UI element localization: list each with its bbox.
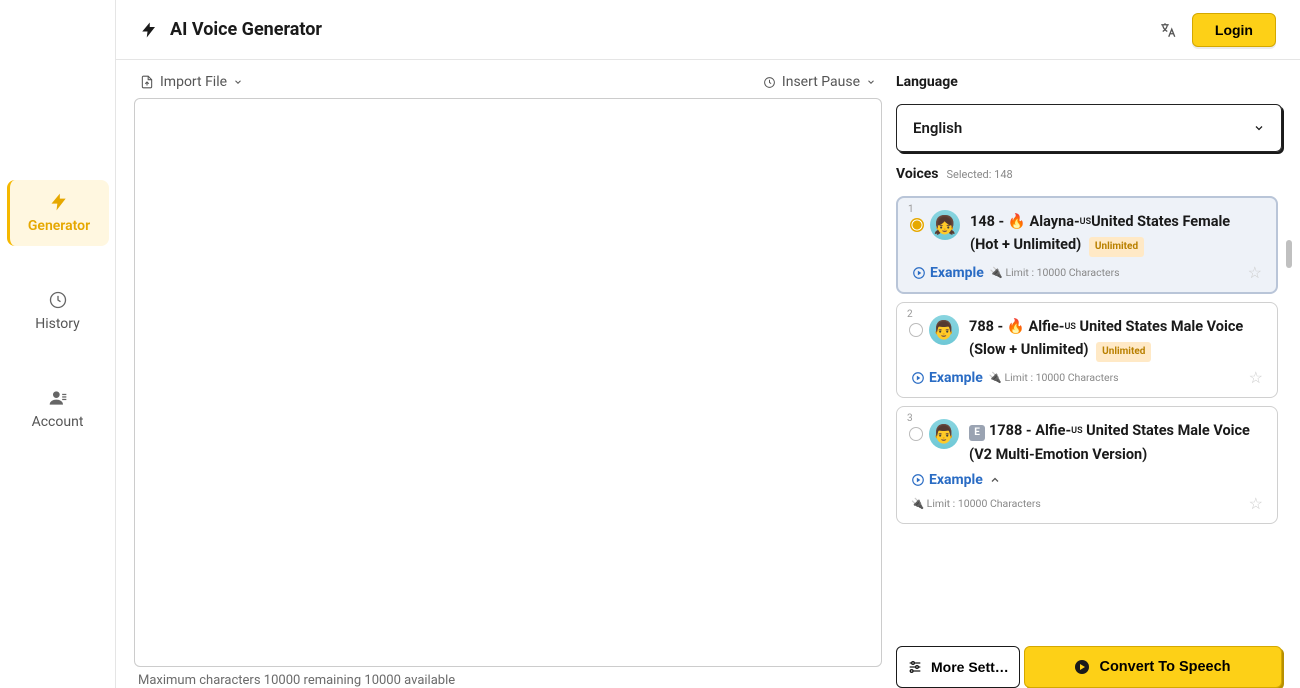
clock-icon (763, 76, 776, 89)
import-file-button[interactable]: Import File (140, 74, 243, 90)
favorite-star-icon[interactable]: ☆ (1249, 494, 1263, 513)
sidebar-item-generator[interactable]: Generator (7, 180, 109, 246)
voices-header: Voices Selected: 148 (896, 166, 1282, 182)
language-select[interactable]: English (896, 104, 1282, 152)
language-value: English (913, 119, 962, 137)
language-label: Language (896, 74, 1282, 90)
voice-name: 148 - 🔥 Alayna-USUnited States Female (H… (970, 210, 1262, 257)
translate-icon[interactable] (1156, 18, 1180, 42)
voice-list: 1 👧 148 - 🔥 Alayna-USUnited States Female … (896, 196, 1282, 632)
chevron-down-icon (233, 77, 243, 87)
page-title: AI Voice Generator (170, 19, 322, 40)
radio-indicator (910, 218, 924, 232)
sliders-icon (907, 659, 923, 675)
example-row: Example 🔌 Limit : 10000 Characters ☆ (911, 368, 1263, 387)
example-row: Example 🔌 Limit : 10000 Characters ☆ (912, 263, 1262, 282)
sidebar-item-label: Account (32, 414, 84, 430)
voice-index: 3 (907, 413, 913, 424)
file-upload-icon (140, 75, 154, 89)
avatar: 👨 (929, 419, 959, 449)
limit-text: 🔌 Limit : 10000 Characters (989, 371, 1119, 384)
sidebar: Generator History Account (0, 0, 116, 688)
more-settings-label: More Sett… (931, 659, 1009, 675)
lightning-icon (140, 19, 158, 41)
convert-button[interactable]: Convert To Speech (1024, 646, 1282, 688)
favorite-star-icon[interactable]: ☆ (1249, 368, 1263, 387)
convert-label: Convert To Speech (1099, 659, 1230, 675)
example-button[interactable]: Example (911, 370, 983, 386)
scrollbar-thumb[interactable] (1286, 240, 1292, 268)
country-tag: US (1065, 322, 1076, 332)
sidebar-item-label: Generator (28, 218, 90, 234)
bottom-actions: More Sett… Convert To Speech (896, 646, 1282, 688)
voice-title-row: 👧 148 - 🔥 Alayna-USUnited States Female (… (912, 210, 1262, 257)
voice-card[interactable]: 1 👧 148 - 🔥 Alayna-USUnited States Female … (896, 196, 1278, 294)
favorite-star-icon[interactable]: ☆ (1248, 263, 1262, 282)
sidebar-item-history[interactable]: History (7, 278, 109, 344)
sidebar-item-account[interactable]: Account (7, 376, 109, 442)
login-button[interactable]: Login (1192, 13, 1276, 47)
voice-name: 788 - 🔥 Alfie-US United States Male Voic… (969, 315, 1263, 362)
voices-label: Voices (896, 166, 939, 182)
voice-title-row: 👨 788 - 🔥 Alfie-US United States Male Voi… (911, 315, 1263, 362)
clock-icon (48, 290, 68, 310)
avatar: 👧 (930, 210, 960, 240)
more-settings-button[interactable]: More Sett… (896, 646, 1020, 688)
insert-pause-label: Insert Pause (782, 74, 860, 90)
voices-selected-count: Selected: 148 (947, 168, 1013, 181)
person-icon (48, 388, 68, 408)
character-counter: Maximum characters 10000 remaining 10000… (134, 667, 882, 688)
avatar: 👨 (929, 315, 959, 345)
example-button[interactable]: Example (912, 265, 984, 281)
chevron-down-icon (1253, 122, 1265, 134)
limit-text: 🔌 Limit : 10000 Characters (990, 266, 1120, 279)
editor-toolbar: Import File Insert Pause (134, 74, 882, 98)
unlimited-badge: Unlimited (1089, 237, 1144, 257)
emotion-badge: E (969, 425, 985, 441)
import-file-label: Import File (160, 74, 227, 90)
country-tag: US (1071, 426, 1082, 436)
unlimited-badge: Unlimited (1096, 342, 1151, 362)
example-row: Example (911, 472, 1263, 488)
lightning-icon (49, 192, 69, 212)
limit-row: 🔌 Limit : 10000 Characters ☆ (911, 494, 1263, 513)
voice-name: E1788 - Alfie-US United States Male Voic… (969, 419, 1263, 465)
text-input[interactable] (134, 98, 882, 667)
country-tag: US (1080, 217, 1091, 227)
voice-card[interactable]: 3 👨 E1788 - Alfie-US United States Male Vo… (896, 406, 1278, 523)
sidebar-item-label: History (35, 316, 80, 332)
voice-index: 2 (907, 309, 913, 320)
limit-text: 🔌 Limit : 10000 Characters (911, 497, 1041, 510)
insert-pause-button[interactable]: Insert Pause (763, 74, 876, 90)
play-icon (1075, 660, 1089, 674)
chevron-down-icon (866, 77, 876, 87)
voice-index: 1 (908, 204, 914, 215)
example-button[interactable]: Example (911, 472, 983, 488)
header: AI Voice Generator Login (116, 0, 1300, 60)
voice-card[interactable]: 2 👨 788 - 🔥 Alfie-US United States Male Vo… (896, 302, 1278, 398)
chevron-up-icon[interactable] (989, 474, 1001, 486)
voice-title-row: 👨 E1788 - Alfie-US United States Male Voi… (911, 419, 1263, 465)
